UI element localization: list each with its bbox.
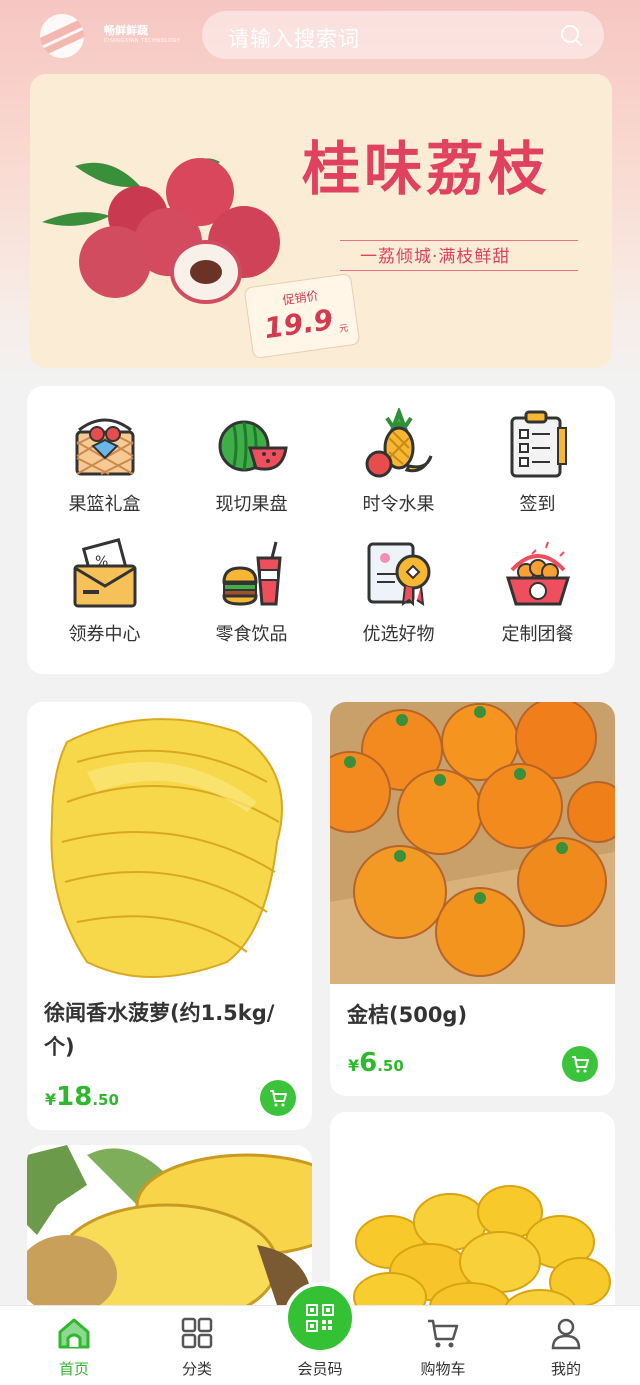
category-sign-in[interactable]: 签到 (464, 386, 611, 516)
banner-subtitle: 一荔倾城·满枝鲜甜 (360, 247, 511, 267)
category-label: 领券中心 (68, 624, 141, 645)
category-label: 零食饮品 (215, 624, 288, 645)
category-cut-fruit[interactable]: 现切果盘 (178, 386, 325, 516)
tab-cart[interactable]: 购物车 (379, 1306, 507, 1385)
cart-icon (572, 1056, 589, 1073)
price-tag-value: 19.9 (262, 302, 336, 346)
search-icon[interactable] (560, 24, 582, 46)
product-name-line: 徐闻香水菠萝(约1.5kg/ (44, 1001, 275, 1025)
currency-symbol: ¥ (45, 1090, 57, 1109)
cart-icon (428, 1319, 459, 1348)
category-label: 定制团餐 (501, 624, 574, 645)
cart-icon (270, 1090, 287, 1107)
search-placeholder: 请输入搜索词 (228, 27, 360, 51)
promo-banner[interactable]: 桂味荔枝 一荔倾城·满枝鲜甜 促销价 19.9 元 (30, 74, 612, 368)
category-seasonal-fruit[interactable]: 时令水果 (325, 386, 472, 516)
home-icon (58, 1318, 90, 1349)
watermelon-icon (218, 420, 288, 472)
category-grid-icon (181, 1317, 213, 1349)
price-tag-unit: 元 (338, 323, 349, 335)
category-selected-goods[interactable]: 优选好物 (325, 516, 472, 646)
category-label: 时令水果 (362, 494, 435, 515)
add-to-cart-button[interactable] (260, 1080, 296, 1116)
banner-title: 桂味荔枝 (302, 135, 551, 203)
banner-divider (340, 270, 578, 271)
product-price: ¥18.50 (45, 1082, 119, 1112)
logo-subtitle: CHANGXIAN TECHNOLOGY (104, 38, 181, 44)
tab-profile[interactable]: 我的 (502, 1306, 630, 1385)
product-image (330, 702, 615, 984)
snack-drink-icon (221, 541, 282, 606)
fruit-basket-icon (75, 418, 134, 476)
product-card[interactable]: 徐闻香水菠萝(约1.5kg/ 个) ¥18.50 (27, 702, 312, 1130)
product-name-line: 个) (44, 1035, 75, 1059)
tab-label: 首页 (58, 1360, 89, 1378)
add-to-cart-button[interactable] (562, 1046, 598, 1082)
currency-symbol: ¥ (348, 1056, 360, 1075)
category-fruit-basket[interactable]: 果篮礼盒 (31, 386, 178, 516)
coupon-icon: % (73, 538, 136, 608)
certificate-icon (367, 542, 430, 607)
category-label: 果篮礼盒 (68, 494, 141, 515)
logo-text: 畅鲜鲜蔬 CHANGXIAN TECHNOLOGY (104, 24, 184, 45)
tab-label: 会员码 (297, 1360, 343, 1378)
group-meal-icon (505, 541, 570, 606)
category-label: 优选好物 (362, 624, 435, 645)
product-name: 徐闻香水菠萝(约1.5kg/ 个) (44, 996, 304, 1064)
price-integer: 18 (56, 1082, 93, 1112)
price-decimal: .50 (377, 1057, 404, 1075)
qr-code-icon (306, 1304, 334, 1332)
tab-label: 分类 (181, 1360, 212, 1378)
product-price: ¥6.50 (348, 1048, 404, 1078)
category-label: 签到 (519, 494, 556, 515)
tab-home[interactable]: 首页 (10, 1306, 138, 1385)
price-tag: 促销价 19.9 元 (243, 272, 361, 360)
product-name: 金桔(500g) (347, 998, 607, 1032)
product-image (27, 702, 312, 992)
checklist-icon (510, 410, 567, 478)
tab-label: 购物车 (420, 1360, 466, 1378)
seasonal-fruit-icon (365, 408, 432, 478)
search-bar[interactable]: 请输入搜索词 (202, 11, 604, 59)
product-name-line: 金桔(500g) (347, 1003, 468, 1027)
category-snacks-drinks[interactable]: 零食饮品 (178, 516, 325, 646)
product-card[interactable]: 金桔(500g) ¥6.50 (330, 702, 615, 1096)
member-code-button[interactable] (284, 1282, 356, 1354)
logo-icon[interactable] (40, 14, 84, 58)
header: 畅鲜鲜蔬 CHANGXIAN TECHNOLOGY 请输入搜索词 (0, 0, 640, 72)
banner-divider (340, 240, 578, 241)
price-decimal: .50 (92, 1091, 119, 1109)
price-integer: 6 (359, 1048, 378, 1078)
user-icon (551, 1318, 581, 1350)
category-grid: 果篮礼盒 现切果盘 时令水果 签到 % 领券中心 零食饮品 优选好物 定制团餐 (27, 386, 615, 674)
category-custom-group-meal[interactable]: 定制团餐 (464, 516, 611, 646)
tab-label: 我的 (550, 1360, 581, 1378)
category-coupon-center[interactable]: % 领券中心 (31, 516, 178, 646)
category-label: 现切果盘 (215, 494, 288, 515)
tab-category[interactable]: 分类 (133, 1306, 261, 1385)
logo-name: 畅鲜鲜蔬 (104, 24, 148, 37)
